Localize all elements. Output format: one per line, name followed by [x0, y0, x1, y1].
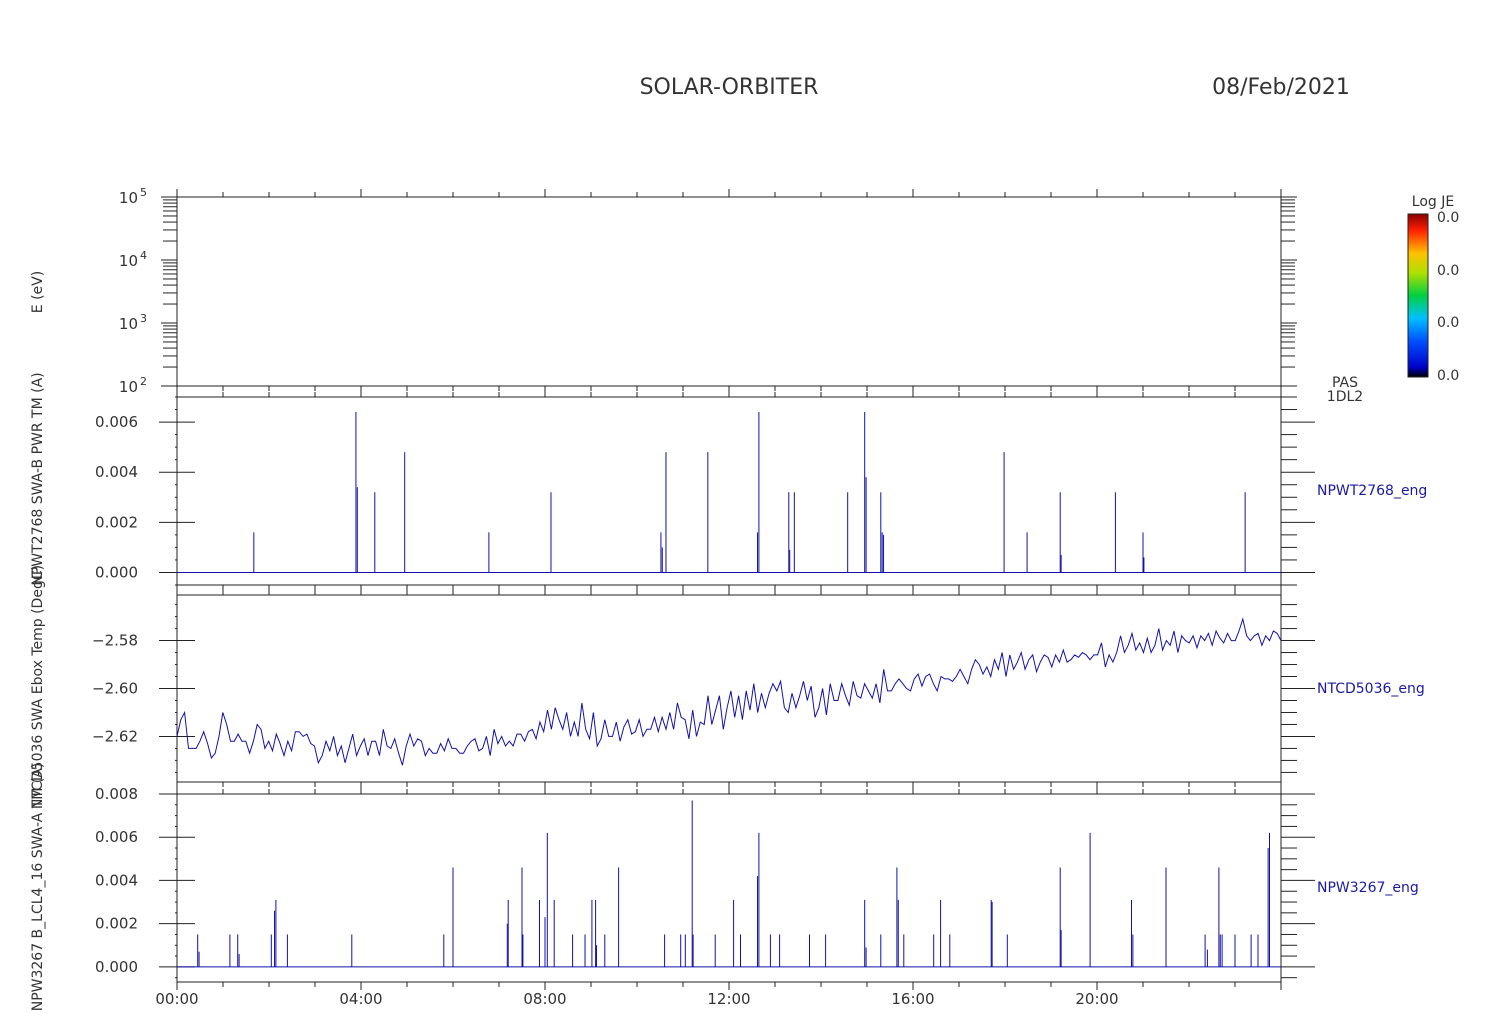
side-label: NTCD5036_eng	[1317, 681, 1425, 697]
colorbar-tick-label: 0.0	[1437, 263, 1459, 279]
y-tick-label: 0.006	[95, 413, 138, 431]
y-tick-label: 0.002	[95, 915, 138, 933]
y-tick-label: 0.006	[95, 828, 138, 846]
y-tick-label: 0.000	[95, 958, 138, 976]
panel-4: 0.000 0.002 0.004 0.006 0.008 NPW3267 B_LCL4_…	[30, 763, 1419, 1012]
colorbar	[1407, 213, 1429, 378]
y-tick-label: −2.62	[92, 727, 138, 745]
y-tick-label: 10	[119, 189, 138, 207]
x-tick-label: 20:00	[1075, 990, 1118, 1008]
side-label: NPW3267_eng	[1317, 880, 1419, 896]
plot-date: 08/Feb/2021	[1212, 75, 1350, 100]
colorbar-tick-label: 0.0	[1437, 315, 1459, 331]
mission-title: SOLAR-ORBITER	[640, 75, 819, 100]
temperature-line	[176, 617, 1282, 766]
y-axis-label: NPWT2768 SWA-B PWR TM (A)	[30, 372, 46, 585]
y-tick-label: 0.004	[95, 871, 138, 889]
y-tick-label: 10	[119, 252, 138, 270]
y-tick-label: −2.58	[92, 632, 138, 650]
x-tick-label: 16:00	[891, 990, 934, 1008]
side-label: 1DL2	[1327, 389, 1363, 405]
colorbar-tick-label: 0.0	[1437, 210, 1459, 226]
y-tick-exponent: 3	[140, 312, 147, 325]
y-axis-label: E (eV)	[30, 271, 46, 313]
panel-frame	[176, 196, 1282, 387]
y-tick-label: 0.004	[95, 463, 138, 481]
x-tick-label: 04:00	[339, 990, 382, 1008]
panel-frame	[176, 793, 1282, 983]
x-tick-label: 12:00	[707, 990, 750, 1008]
panel-2: 0.000 0.002 0.004 0.006 NPWT2768 SWA-B PWR T…	[30, 372, 1427, 593]
y-tick-label: 10	[119, 315, 138, 333]
x-tick-label: 08:00	[523, 990, 566, 1008]
y-tick-label: 0.008	[95, 785, 138, 803]
panel-1: 10 210 310 410 5E (eV)PAS1DL2	[30, 186, 1363, 405]
y-axis-label: NPW3267 B_LCL4_16 SWA-A TM (A)	[30, 763, 46, 1012]
colorbar-title: Log JE	[1412, 194, 1454, 210]
y-tick-exponent: 5	[140, 186, 147, 199]
y-tick-label: 0.000	[95, 563, 138, 581]
y-tick-label: −2.60	[92, 680, 138, 698]
y-tick-exponent: 2	[140, 375, 147, 388]
side-label: NPWT2768_eng	[1317, 483, 1427, 499]
panel-3: −2.62−2.60−2.58NTCD5036 SWA Ebox Temp (D…	[30, 565, 1425, 809]
y-tick-exponent: 4	[140, 249, 147, 262]
multi-panel-plot: SOLAR-ORBITER 08/Feb/2021 Log JE 0.00.00…	[30, 75, 1459, 1012]
y-tick-label: 10	[119, 378, 138, 396]
x-tick-label: 00:00	[155, 990, 198, 1008]
y-tick-label: 0.002	[95, 513, 138, 531]
colorbar-tick-label: 0.0	[1437, 368, 1459, 384]
